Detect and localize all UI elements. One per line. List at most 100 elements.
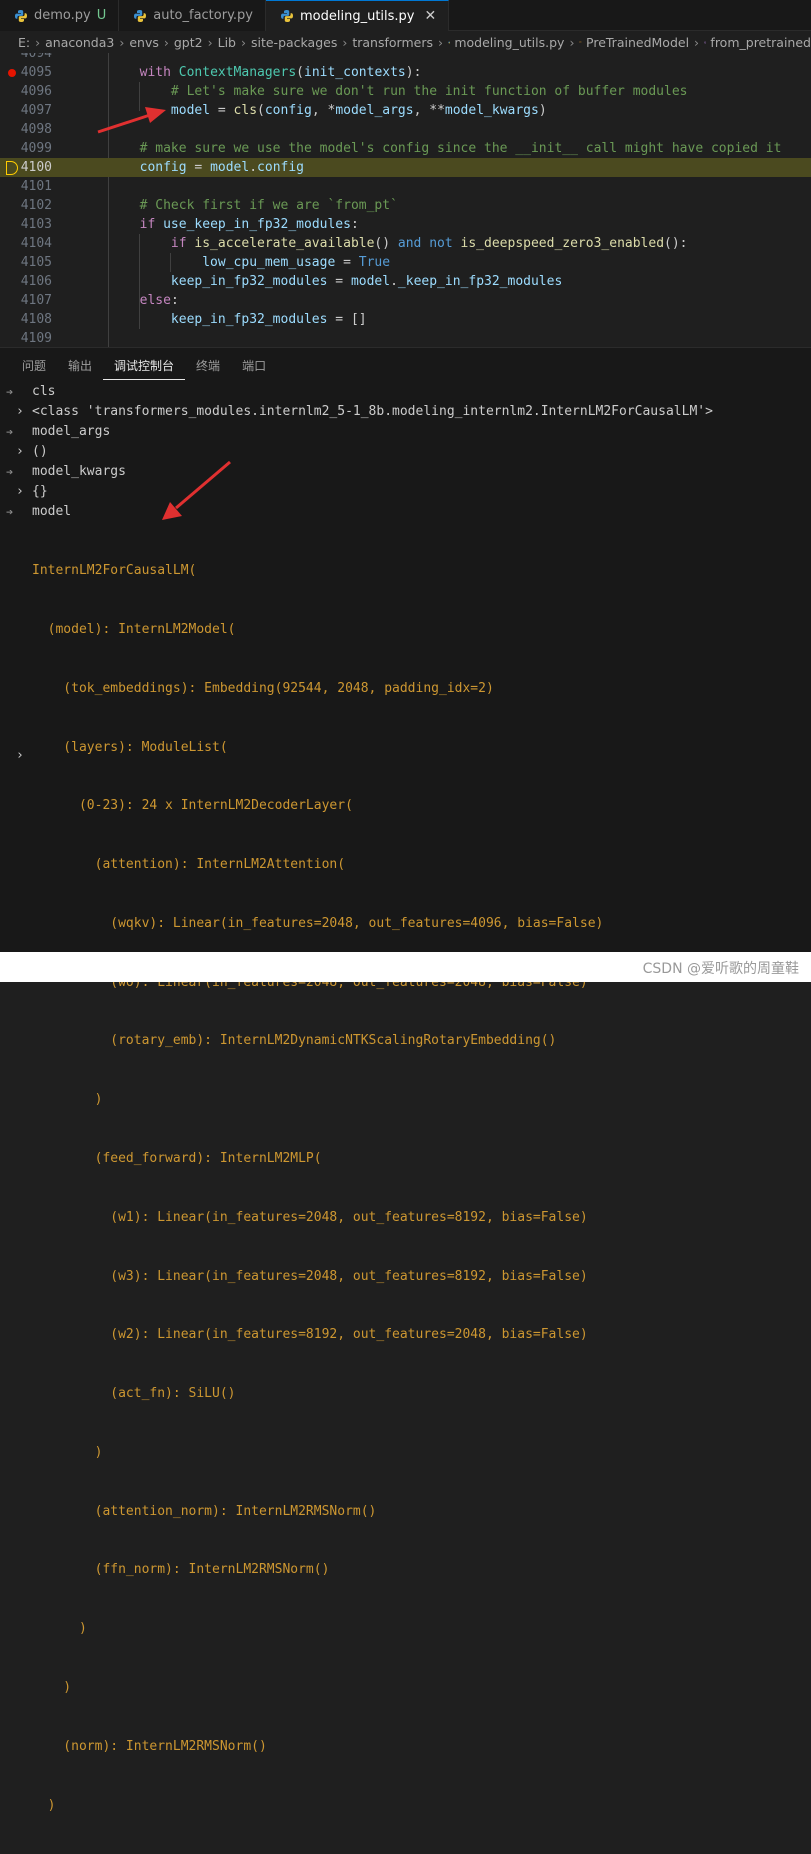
chevron-right-icon[interactable]: › (16, 402, 24, 422)
code-text: # Check first if we are `from_pt` (139, 198, 398, 213)
console-input-echo: ➔ model (0, 502, 811, 522)
tab-demo-py[interactable]: demo.py U (0, 0, 120, 31)
code-line: 4103 if use_keep_in_fp32_modules: (0, 215, 811, 234)
repr-line: (rotary_emb): InternLM2DynamicNTKScaling… (32, 1033, 557, 1049)
repr-line: (w2): Linear(in_features=8192, out_featu… (32, 1327, 588, 1343)
repr-line: ) (32, 1621, 87, 1637)
repr-line: (w1): Linear(in_features=2048, out_featu… (32, 1209, 588, 1225)
line-number: 4104 (20, 236, 52, 251)
tab-problems[interactable]: 问题 (11, 348, 57, 380)
repr-line: InternLM2ForCausalLM( (32, 563, 197, 579)
chevron-right-icon: › (207, 34, 213, 50)
line-number: 4097 (20, 103, 52, 118)
panel-tab-bar: 问题 输出 调试控制台 终端 端口 (0, 348, 811, 380)
untracked-badge: U (96, 8, 107, 23)
breadcrumb-item[interactable]: Lib (218, 35, 236, 50)
tab-label: demo.py (34, 8, 91, 23)
repr-line: ) (32, 1797, 56, 1813)
code-line: 4094 (0, 53, 811, 63)
breadcrumb-item[interactable]: site-packages (251, 35, 337, 50)
code-line: 4106 keep_in_fp32_modules = model._keep_… (0, 272, 811, 291)
code-line: 4098 (0, 120, 811, 139)
repr-line: (w3): Linear(in_features=2048, out_featu… (32, 1268, 588, 1284)
breadcrumb: E: › anaconda3 › envs › gpt2 › Lib › site-pac… (0, 31, 811, 53)
close-icon[interactable]: ✕ (425, 8, 437, 24)
console-result[interactable]: › <class 'transformers_modules.internlm2_… (0, 402, 811, 422)
repr-line: (feed_forward): InternLM2MLP( (32, 1151, 322, 1166)
tab-debug-console[interactable]: 调试控制台 (103, 348, 186, 380)
chevron-right-icon: › (437, 34, 443, 50)
class-symbol-icon (579, 41, 583, 43)
line-number: 4107 (20, 293, 52, 308)
python-file-icon (15, 9, 27, 22)
repr-line: (0-23): 24 x InternLM2DecoderLayer( (32, 798, 353, 814)
code-text: keep_in_fp32_modules = [] (170, 312, 367, 327)
line-number: 4102 (20, 198, 52, 213)
console-input-echo: ➔ cls (0, 382, 811, 402)
line-number: 4103 (20, 217, 52, 232)
console-result[interactable]: ›() (0, 442, 811, 462)
repr-line: (layers): ModuleList( (32, 739, 228, 755)
line-number: 4096 (20, 84, 52, 99)
chevron-right-icon[interactable]: › (16, 748, 24, 763)
code-line: 4108 keep_in_fp32_modules = [] (0, 310, 811, 329)
code-line: 4097 model = cls(config, *model_args, **… (0, 101, 811, 120)
model-repr-output[interactable]: InternLM2ForCausalLM( (model): InternLM2… (32, 522, 603, 1854)
console-input-echo: ➔ model_kwargs (0, 462, 811, 482)
console-input-echo: ➔ model_args (0, 422, 811, 442)
chevron-right-icon: › (569, 34, 575, 50)
breadcrumb-item[interactable]: anaconda3 (45, 35, 114, 50)
python-file-icon (448, 40, 451, 44)
breadcrumb-item[interactable]: modeling_utils.py (454, 35, 564, 50)
editor-tab-bar: demo.py U auto_factory.py modeling_utils… (0, 0, 811, 31)
line-number: 4101 (20, 179, 52, 194)
chevron-right-icon: › (163, 34, 169, 50)
console-result[interactable]: ›{} (0, 482, 811, 502)
breadcrumb-item[interactable]: gpt2 (174, 35, 203, 50)
repr-line: (attention): InternLM2Attention( (32, 857, 346, 873)
code-text: if is_accelerate_available() and not is_… (170, 236, 688, 251)
breadcrumb-item[interactable]: E: (18, 35, 30, 50)
breadcrumb-item[interactable]: from_pretrained (710, 35, 811, 50)
code-line: 4095 with ContextManagers(init_contexts)… (0, 63, 811, 82)
code-text: # Let's make sure we don't run the init … (170, 84, 688, 99)
repr-line: ) (32, 1444, 103, 1460)
tab-auto-factory-py[interactable]: auto_factory.py (119, 0, 266, 31)
code-editor[interactable]: 4094 4095 with ContextManagers(init_cont… (0, 53, 811, 347)
code-line: 4104 if is_accelerate_available() and no… (0, 234, 811, 253)
chevron-right-icon[interactable]: › (16, 442, 24, 462)
repr-line: ) (32, 1680, 72, 1696)
current-execution-line: 4100 config = model.config (0, 158, 811, 177)
input-arrow-icon: ➔ (6, 505, 14, 519)
input-arrow-icon: ➔ (6, 465, 14, 479)
repr-line: ) (32, 1092, 103, 1108)
tab-output[interactable]: 输出 (57, 348, 103, 380)
repr-line: (wqkv): Linear(in_features=2048, out_fea… (32, 915, 604, 931)
code-line: 4102 # Check first if we are `from_pt` (0, 196, 811, 215)
chevron-right-icon: › (240, 34, 246, 50)
code-text: if use_keep_in_fp32_modules: (139, 217, 359, 232)
breadcrumb-item[interactable]: envs (129, 35, 159, 50)
chevron-right-icon[interactable]: › (16, 482, 24, 502)
tab-label: auto_factory.py (153, 8, 253, 23)
code-line: 4107 else: (0, 291, 811, 310)
chevron-right-icon: › (694, 34, 700, 50)
tab-ports[interactable]: 端口 (231, 348, 277, 380)
breadcrumb-item[interactable]: PreTrainedModel (586, 35, 689, 50)
code-line: 4105 low_cpu_mem_usage = True (0, 253, 811, 272)
code-line: 4109 (0, 329, 811, 347)
line-number: 4098 (20, 122, 52, 137)
repr-line: (act_fn): SiLU() (32, 1386, 236, 1402)
code-text: # make sure we use the model's config si… (139, 141, 782, 156)
breadcrumb-item[interactable]: transformers (352, 35, 433, 50)
tab-label: modeling_utils.py (300, 8, 415, 24)
code-text: else: (139, 293, 179, 308)
bottom-panel: 问题 输出 调试控制台 终端 端口 ➔ cls › <class 'transfor… (0, 347, 811, 1813)
repr-line: (tok_embeddings): Embedding(92544, 2048,… (32, 680, 494, 696)
line-number: 4094 (20, 53, 52, 61)
tab-terminal[interactable]: 终端 (185, 348, 231, 380)
python-file-icon (281, 10, 293, 22)
tab-modeling-utils-py[interactable]: modeling_utils.py ✕ (266, 0, 450, 31)
line-number: 4095 (20, 65, 52, 80)
repr-line: (model): InternLM2Model( (32, 621, 236, 637)
